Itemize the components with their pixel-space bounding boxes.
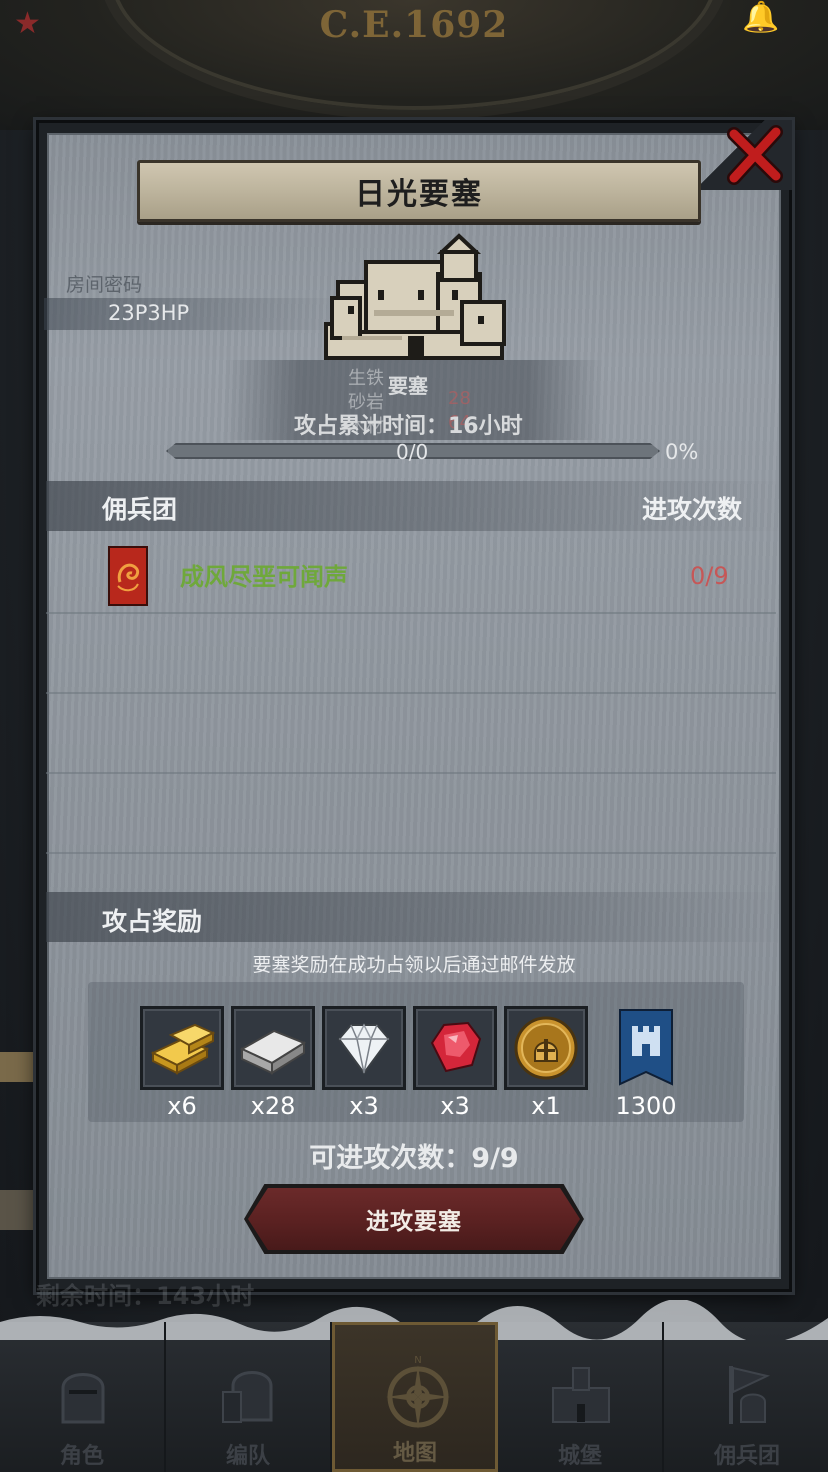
available-attacks: 可进攻次数：9/9 [309, 1143, 519, 1174]
reward-item[interactable] [413, 1006, 497, 1090]
reward-item[interactable] [604, 1006, 688, 1094]
nav-label: 角色 [59, 1444, 104, 1469]
attack-fortress-button[interactable]: 进攻要塞 [248, 1188, 580, 1250]
ruby-icon [430, 1021, 482, 1073]
occupy-time: 攻占累计时间：16小时 [294, 414, 523, 439]
nav-label: 编队 [225, 1444, 270, 1469]
reward-header: 攻占奖励 [102, 907, 203, 936]
mercenary-attack-count: 0/9 [690, 562, 729, 590]
row-divider [46, 772, 776, 774]
year-display: C.E.1692 [319, 4, 509, 46]
attack-button-label: 进攻要塞 [366, 1209, 462, 1235]
nav-castle[interactable]: 城堡 [498, 1322, 664, 1472]
gold-bars-icon [150, 1023, 216, 1075]
reward-slot [413, 1006, 497, 1090]
knight-helmet-icon [61, 1373, 105, 1424]
game-screen: C.E.1692 🔔 ★ 日光要塞 房间密码 23P3HP 生铁 砂岩 28 木… [0, 0, 828, 1472]
progress-count: 0/0 [396, 440, 429, 464]
dialog-title: 日光要塞 [355, 177, 483, 212]
nav-map[interactable]: N 地图 [332, 1322, 498, 1472]
close-icon [727, 125, 783, 185]
background-fragment [0, 1052, 34, 1082]
reward-item[interactable] [231, 1006, 315, 1090]
room-code-value[interactable]: 23P3HP [108, 301, 189, 325]
fortress-type-label: 要塞 [388, 374, 428, 398]
nav-label: 佣兵团 [713, 1444, 780, 1469]
nav-mercenary[interactable]: 佣兵团 [664, 1322, 828, 1472]
reward-qty: x1 [531, 1092, 561, 1120]
reward-slot [322, 1006, 406, 1090]
reward-qty: x6 [167, 1092, 197, 1120]
room-code-label: 房间密码 [66, 274, 143, 296]
row-divider [46, 612, 776, 614]
mercenary-name: 成风尽垩可闻声 [180, 563, 348, 591]
row-divider [46, 852, 776, 854]
nav-label: 城堡 [557, 1444, 602, 1469]
reward-item[interactable] [140, 1006, 224, 1090]
reward-qty: x3 [440, 1092, 470, 1120]
formation-icon [222, 1371, 273, 1423]
nav-label: 地图 [392, 1441, 437, 1466]
reward-qty: 1300 [615, 1092, 677, 1120]
knight-medal-icon [514, 1016, 578, 1080]
stocking-ornament-icon: ★ [14, 6, 41, 41]
row-divider [46, 692, 776, 694]
mercenary-header: 佣兵团 [102, 495, 178, 524]
iron-ingot-icon [239, 1029, 307, 1075]
reward-item[interactable] [322, 1006, 406, 1090]
resource-ghost-name: 生铁 [348, 368, 384, 389]
resource-ghost-value: 28 [448, 388, 471, 409]
background-fragment [0, 1190, 34, 1230]
castle-icon [324, 233, 506, 360]
nav-character[interactable]: 角色 [0, 1322, 166, 1472]
fortress-banner-icon [619, 1009, 673, 1086]
reward-qty: x28 [250, 1092, 296, 1120]
reward-item[interactable] [504, 1006, 588, 1090]
close-button[interactable] [724, 124, 786, 186]
attack-count-header: 进攻次数 [641, 495, 742, 524]
reward-note: 要塞奖励在成功占领以后通过邮件发放 [252, 954, 576, 976]
mercenary-flag-icon [729, 1366, 771, 1424]
bell-ornament-icon: 🔔 [742, 0, 780, 35]
reward-qty: x3 [349, 1092, 379, 1120]
castle-icon [552, 1367, 610, 1423]
compass-icon: N [386, 1355, 450, 1429]
reward-slot [231, 1006, 315, 1090]
nav-formation[interactable]: 编队 [166, 1322, 332, 1472]
room-code-band [44, 298, 344, 330]
svg-text:N: N [414, 1355, 421, 1366]
diamond-icon [337, 1023, 391, 1075]
reward-slot [504, 1006, 588, 1090]
red-swirl-banner-icon [108, 546, 148, 606]
reward-slot [140, 1006, 224, 1090]
progress-percent: 0% [665, 440, 699, 464]
title-plate: 日光要塞 [137, 160, 701, 222]
